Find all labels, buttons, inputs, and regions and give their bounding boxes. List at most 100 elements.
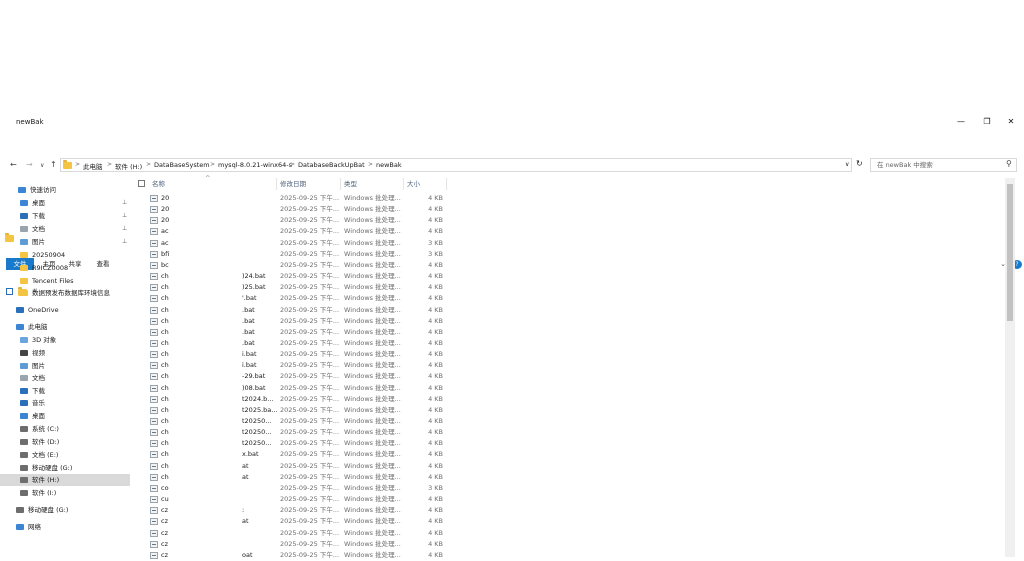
file-row[interactable]: cz 2025-09-25 下午... Windows 批处理... 4 KB — [134, 528, 1004, 539]
breadcrumb-newbak[interactable]: newBak — [376, 161, 402, 169]
file-row[interactable]: ch x.bat 2025-09-25 下午... Windows 批处理... 4 K… — [134, 449, 1004, 460]
nav-item[interactable]: 桌面 — [0, 410, 130, 422]
file-row[interactable]: 20 2025-09-25 下午... Windows 批处理... 4 KB — [134, 193, 1004, 204]
maximize-button[interactable]: ❐ — [974, 115, 1000, 129]
nav-item[interactable]: 3D 对象 — [0, 334, 130, 346]
close-button[interactable]: ✕ — [998, 115, 1024, 129]
breadcrumb-drive-h[interactable]: 软件 (H:) — [115, 161, 142, 171]
file-row[interactable]: ch)25.bat 2025-09-25 下午... Windows 批处理... 4… — [134, 282, 1004, 293]
recent-locations-button[interactable]: ∨ — [40, 162, 44, 169]
file-size: 4 KB — [428, 417, 443, 425]
file-row[interactable]: 20 2025-09-25 下午... Windows 批处理... 4 KB — [134, 204, 1004, 215]
breadcrumb-databasesystem[interactable]: DataBaseSystem — [154, 161, 210, 169]
column-divider[interactable] — [340, 178, 341, 190]
file-row[interactable]: ch t20250... 2025-09-25 下午... Windows 批处理..… — [134, 438, 1004, 449]
column-divider[interactable] — [403, 178, 404, 190]
nav-item[interactable]: 文档 ⊥ — [0, 223, 130, 235]
address-dropdown-button[interactable]: ∨ — [845, 161, 849, 168]
back-button[interactable]: ← — [10, 160, 17, 169]
file-name-end: t20250... — [242, 439, 272, 448]
nav-item[interactable]: 文档 (E:) — [0, 449, 130, 461]
file-row[interactable]: ch .bat 2025-09-25 下午... Windows 批处理... 4 KB — [134, 316, 1004, 327]
nav-item[interactable]: 此电脑 — [0, 321, 130, 333]
nav-item[interactable]: 软件 (H:) — [0, 474, 130, 486]
nav-item[interactable]: 系统 (C:) — [0, 423, 130, 435]
nav-item[interactable]: 图片 — [0, 360, 130, 372]
breadcrumb-separator: > — [368, 161, 374, 168]
batch-file-icon — [150, 228, 158, 236]
file-row[interactable]: ch .bat 2025-09-25 下午... Windows 批处理... 4 KB — [134, 338, 1004, 349]
file-row[interactable]: ch)24.bat 2025-09-25 下午... Windows 批处理... 4… — [134, 271, 1004, 282]
refresh-button[interactable]: ↻ — [856, 159, 863, 168]
file-row[interactable]: ch at 2025-09-25 下午... Windows 批处理... 4 KB — [134, 461, 1004, 472]
nav-item[interactable]: 图片 ⊥ — [0, 236, 130, 248]
computer-icon — [16, 324, 24, 330]
nav-item[interactable]: 网络 — [0, 521, 130, 533]
file-row[interactable]: ch t20250... 2025-09-25 下午... Windows 批处理..… — [134, 427, 1004, 438]
file-row[interactable]: cz oat 2025-09-25 下午... Windows 批处理... 4 KB — [134, 550, 1004, 561]
nav-item-label: 文档 — [32, 225, 45, 233]
column-header-type[interactable]: 类型 — [344, 178, 357, 190]
nav-item[interactable]: 数据预发布数据库环境信息 — [0, 287, 130, 299]
file-row[interactable]: ac 2025-09-25 下午... Windows 批处理... 4 KB — [134, 226, 1004, 237]
file-name-end: t2024.b... — [242, 394, 274, 403]
nav-item[interactable]: 视频 — [0, 347, 130, 359]
breadcrumb-mysql[interactable]: mysql-8.0.21-winx64-s — [218, 161, 292, 169]
file-row[interactable]: cz at 2025-09-25 下午... Windows 批处理... 4 KB — [134, 516, 1004, 527]
search-input[interactable]: 在 newBak 中搜索 — [870, 158, 1017, 172]
scrollbar-thumb[interactable] — [1007, 184, 1013, 321]
file-row[interactable]: cz: 2025-09-25 下午... Windows 批处理... 4 KB — [134, 505, 1004, 516]
nav-item[interactable]: R9ICZ0008 — [0, 262, 130, 274]
column-header-date[interactable]: 修改日期 — [280, 178, 306, 190]
nav-item[interactable]: Tencent Files — [0, 275, 130, 287]
file-size: 4 KB — [428, 350, 443, 359]
file-row[interactable]: ch .bat 2025-09-25 下午... Windows 批处理... 4 KB — [134, 305, 1004, 316]
file-row[interactable]: cz 2025-09-25 下午... Windows 批处理... 4 KB — [134, 539, 1004, 550]
up-button[interactable]: ↑ — [50, 160, 57, 169]
nav-item[interactable]: 移动硬盘 (G:) — [0, 504, 130, 516]
file-type: Windows 批处理... — [344, 450, 401, 459]
file-row[interactable]: ch i.bat 2025-09-25 下午... Windows 批处理... 4 K… — [134, 360, 1004, 371]
file-row[interactable]: bfi 2025-09-25 下午... Windows 批处理... 3 KB — [134, 249, 1004, 260]
nav-item[interactable]: 下载 ⊥ — [0, 210, 130, 222]
breadcrumb-this-pc[interactable]: 此电脑 — [83, 161, 103, 171]
file-row[interactable]: cu 2025-09-25 下午... Windows 批处理... 4 KB — [134, 494, 1004, 505]
file-row[interactable]: co 2025-09-25 下午... Windows 批处理... 3 KB — [134, 483, 1004, 494]
column-divider[interactable] — [276, 178, 277, 190]
nav-item[interactable]: 文档 — [0, 372, 130, 384]
nav-item[interactable]: 移动硬盘 (G:) — [0, 462, 130, 474]
nav-item[interactable]: 音乐 — [0, 397, 130, 409]
minimize-button[interactable]: — — [948, 115, 974, 129]
file-row[interactable]: 20 2025-09-25 下午... Windows 批处理... 4 KB — [134, 215, 1004, 226]
file-row[interactable]: ac 2025-09-25 下午... Windows 批处理... 3 KB — [134, 238, 1004, 249]
file-row[interactable]: ch .bat 2025-09-25 下午... Windows 批处理... 4 KB — [134, 327, 1004, 338]
column-header-name[interactable]: 名称 — [152, 178, 165, 190]
pin-icon: ⊥ — [122, 238, 128, 245]
file-date: 2025-09-25 下午... — [280, 517, 340, 526]
file-row[interactable]: ch)08.bat 2025-09-25 下午... Windows 批处理... 4… — [134, 383, 1004, 394]
file-row[interactable]: ch '.bat 2025-09-25 下午... Windows 批处理... 4 K… — [134, 293, 1004, 304]
nav-item-label: R9ICZ0008 — [32, 264, 69, 272]
column-header-size[interactable]: 大小 — [407, 178, 420, 190]
nav-item[interactable]: 桌面 ⊥ — [0, 197, 130, 209]
file-row[interactable]: ch t2024.b... 2025-09-25 下午... Windows 批处理.… — [134, 394, 1004, 405]
column-divider[interactable] — [446, 178, 447, 190]
file-row[interactable]: ch -29.bat 2025-09-25 下午... Windows 批处理... 4… — [134, 371, 1004, 382]
nav-item[interactable]: OneDrive — [0, 304, 130, 316]
file-row[interactable]: bc 2025-09-25 下午... Windows 批处理... 4 KB — [134, 260, 1004, 271]
breadcrumb-databasebackupbat[interactable]: DatabaseBackUpBat — [298, 161, 365, 169]
file-name-start: ch — [161, 350, 169, 359]
nav-item[interactable]: 软件 (I:) — [0, 487, 130, 499]
select-all-checkbox[interactable] — [138, 180, 145, 187]
file-row[interactable]: ch t20250... 2025-09-25 下午... Windows 批处理..… — [134, 416, 1004, 427]
file-row[interactable]: ch t2025.ba... 2025-09-25 下午... Windows 批处理… — [134, 405, 1004, 416]
file-size: 4 KB — [428, 472, 443, 481]
nav-item[interactable]: 软件 (D:) — [0, 436, 130, 448]
forward-button[interactable]: → — [26, 160, 33, 169]
nav-item[interactable]: 下载 — [0, 385, 130, 397]
file-date: 2025-09-25 下午... — [280, 539, 340, 548]
file-row[interactable]: ch i.bat 2025-09-25 下午... Windows 批处理... 4 K… — [134, 349, 1004, 360]
nav-item[interactable]: 快速访问 — [0, 184, 130, 196]
nav-item[interactable]: 20250904 — [0, 249, 130, 261]
file-row[interactable]: ch at 2025-09-25 下午... Windows 批处理... 4 KB — [134, 472, 1004, 483]
